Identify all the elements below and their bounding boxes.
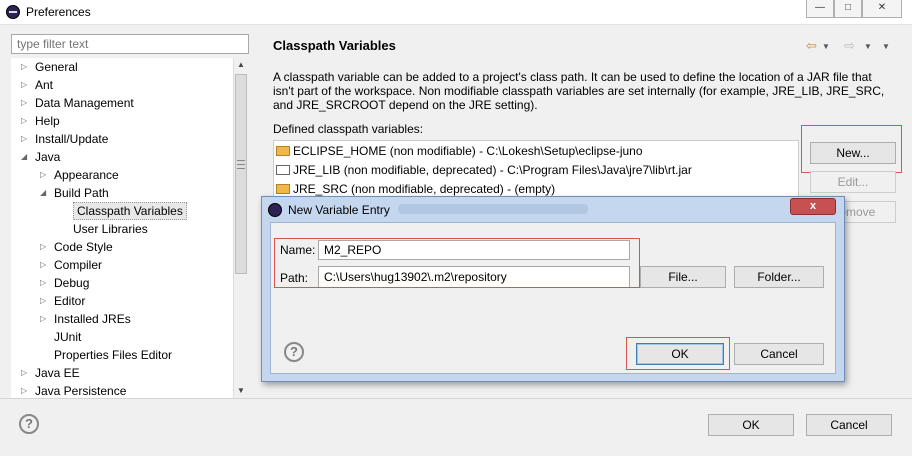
tree-item[interactable]: ◢ Java — [21, 148, 61, 166]
variable-text: ECLIPSE_HOME (non modifiable) - C:\Lokes… — [293, 144, 643, 158]
tree-item[interactable]: User Libraries — [73, 220, 148, 238]
tree-item-label: Data Management — [35, 96, 134, 110]
page-title: Classpath Variables — [273, 38, 396, 53]
list-item[interactable]: ECLIPSE_HOME (non modifiable) - C:\Lokes… — [276, 142, 643, 160]
folder-button[interactable]: Folder... — [734, 266, 824, 288]
tree-item[interactable]: JUnit — [54, 328, 81, 346]
forward-dropdown-icon[interactable]: ▼ — [864, 42, 872, 51]
cancel-button[interactable]: Cancel — [806, 414, 892, 436]
back-arrow-icon[interactable]: ⇦ — [806, 38, 817, 54]
file-button[interactable]: File... — [640, 266, 726, 288]
tree-item-label: Properties Files Editor — [54, 348, 173, 362]
expand-icon[interactable]: ▷ — [40, 261, 48, 269]
folder-icon — [276, 184, 290, 194]
highlight-box — [626, 337, 730, 370]
expand-icon[interactable]: ▷ — [21, 369, 29, 377]
variable-text: JRE_LIB (non modifiable, deprecated) - C… — [293, 163, 692, 177]
edit-button[interactable]: Edit... — [810, 171, 896, 193]
expand-icon[interactable]: ▷ — [21, 81, 29, 89]
tree-item[interactable]: ▷ Compiler — [40, 256, 103, 274]
maximize-button[interactable]: □ — [834, 0, 862, 18]
highlight-box — [801, 125, 902, 173]
window-title: Preferences — [26, 5, 91, 19]
expand-icon[interactable]: ▷ — [21, 387, 29, 395]
dialog-title: New Variable Entry — [288, 203, 390, 217]
blurred-title-region — [398, 204, 588, 214]
tree-item-label: Install/Update — [35, 132, 109, 146]
back-dropdown-icon[interactable]: ▼ — [822, 42, 830, 51]
help-icon[interactable]: ? — [284, 342, 304, 362]
tree-item[interactable]: ▷ Java EE — [21, 364, 80, 382]
tree-item[interactable]: ▷ Data Management — [21, 94, 134, 112]
tree-item[interactable]: Properties Files Editor — [54, 346, 172, 364]
tree-item[interactable]: ▷ Appearance — [40, 166, 119, 184]
highlight-box — [274, 238, 640, 288]
expand-icon[interactable]: ▷ — [21, 63, 29, 71]
tree-item-label: Help — [35, 114, 60, 128]
tree-item[interactable]: ▷ General — [21, 58, 78, 76]
tree-item-label: User Libraries — [73, 222, 148, 236]
help-icon[interactable]: ? — [19, 414, 39, 434]
scroll-down-icon[interactable]: ▼ — [237, 386, 245, 395]
tree-item[interactable]: ▷ Install/Update — [21, 130, 109, 148]
expand-icon[interactable]: ▷ — [21, 117, 29, 125]
expand-icon[interactable]: ▷ — [40, 315, 48, 323]
tree-item[interactable]: ▷ Installed JREs — [40, 310, 131, 328]
tree-item[interactable]: ▷ Debug — [40, 274, 90, 292]
tree-item-label: Compiler — [54, 258, 103, 272]
tree-item-label: Build Path — [54, 186, 109, 200]
ok-button[interactable]: OK — [708, 414, 794, 436]
scroll-up-icon[interactable]: ▲ — [237, 60, 245, 69]
expand-icon[interactable]: ▷ — [40, 171, 48, 179]
scroll-thumb[interactable] — [235, 74, 247, 274]
expand-icon[interactable]: ▷ — [21, 99, 29, 107]
classpath-variable-list: ECLIPSE_HOME (non modifiable) - C:\Lokes… — [273, 140, 799, 200]
tree-item-label: General — [35, 60, 78, 74]
tree-item-label: JUnit — [54, 330, 82, 344]
footer-separator — [0, 398, 912, 399]
eclipse-icon — [6, 5, 20, 19]
dialog-cancel-button[interactable]: Cancel — [734, 343, 824, 365]
list-item[interactable]: JRE_LIB (non modifiable, deprecated) - C… — [276, 161, 692, 179]
tree-item-label: Code Style — [54, 240, 113, 254]
tree-item-label: Editor — [54, 294, 86, 308]
close-window-button[interactable]: ✕ — [862, 0, 902, 18]
preferences-tree: ▷ General ▷ Ant ▷ Data Management ▷ Help ▷ Instal… — [11, 58, 249, 398]
forward-arrow-icon[interactable]: ⇨ — [844, 38, 855, 54]
tree-item-label: Java Persistence — [35, 384, 127, 398]
expand-icon[interactable]: ▷ — [21, 135, 29, 143]
grip-icon — [237, 160, 245, 169]
tree-item[interactable]: ▷ Code Style — [40, 238, 113, 256]
tree-item[interactable]: ▷ Help — [21, 112, 60, 130]
tree-item-label: Debug — [54, 276, 90, 290]
expand-icon[interactable]: ▷ — [40, 297, 48, 305]
tree-item-label: Classpath Variables — [73, 202, 187, 220]
eclipse-icon — [268, 203, 282, 217]
tree-item-label: Ant — [35, 78, 54, 92]
page-description: A classpath variable can be added to a p… — [273, 70, 885, 112]
filter-input[interactable] — [11, 34, 249, 54]
tree-item[interactable]: ◢ Build Path — [40, 184, 109, 202]
tree-item-label: Installed JREs — [54, 312, 131, 326]
tree-item[interactable]: ▷ Ant — [21, 76, 54, 94]
tree-item[interactable]: ▷ Editor — [40, 292, 86, 310]
collapse-icon[interactable]: ◢ — [21, 153, 29, 161]
tree-item-label: Appearance — [54, 168, 119, 182]
minimize-button[interactable]: — — [806, 0, 834, 18]
jar-icon — [276, 165, 290, 175]
defined-variables-label: Defined classpath variables: — [273, 122, 424, 136]
folder-icon — [276, 146, 290, 156]
tree-item-label: Java — [35, 150, 61, 164]
expand-icon[interactable]: ▷ — [40, 243, 48, 251]
view-menu-icon[interactable]: ▼ — [882, 42, 890, 51]
tree-item-label: Java EE — [35, 366, 80, 380]
dialog-close-button[interactable]: x — [790, 198, 836, 215]
expand-icon[interactable]: ▷ — [40, 279, 48, 287]
title-bar — [0, 0, 912, 25]
tree-item[interactable]: ▷ Java Persistence — [21, 382, 127, 398]
tree-item[interactable]: Classpath Variables — [73, 202, 187, 220]
collapse-icon[interactable]: ◢ — [40, 189, 48, 197]
variable-text: JRE_SRC (non modifiable, deprecated) - (… — [293, 182, 556, 196]
